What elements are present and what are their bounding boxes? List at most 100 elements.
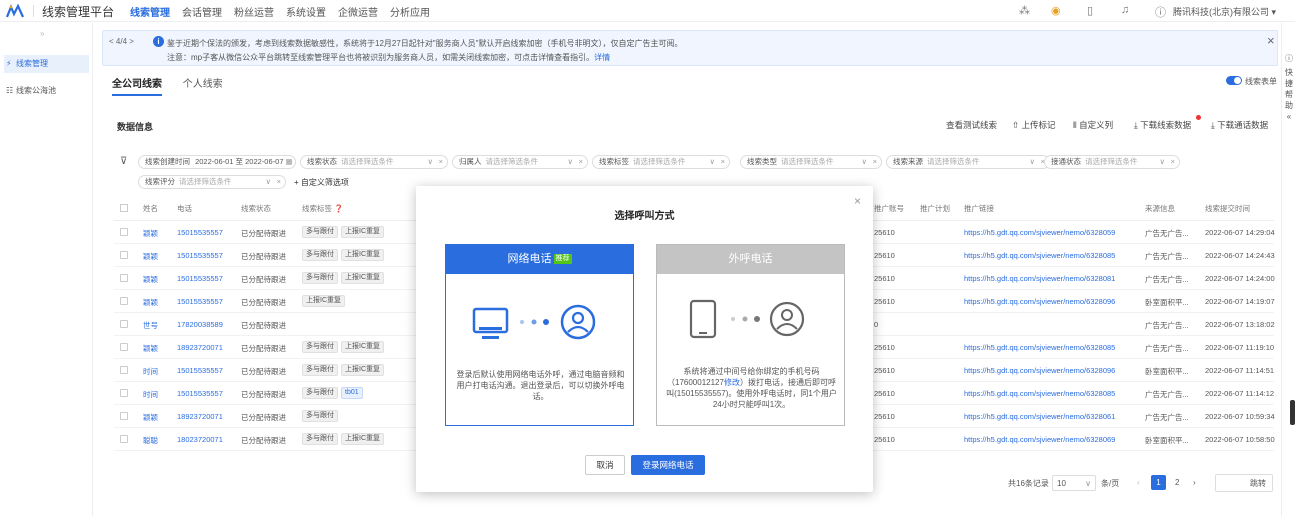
nav-item-analysis[interactable]: 分析应用 bbox=[390, 4, 430, 19]
lead-name-link[interactable]: 聪聪 bbox=[143, 435, 158, 446]
lead-link[interactable]: https://h5.gdt.qq.com/sjviewer/nemo/6328… bbox=[964, 366, 1115, 375]
custom-column-button[interactable]: ⦀ 自定义列 bbox=[1073, 119, 1113, 131]
select-all-checkbox[interactable] bbox=[120, 204, 128, 212]
lead-name-link[interactable]: 颖颖 bbox=[143, 343, 158, 354]
logo-icon bbox=[6, 4, 24, 18]
filter-create-time[interactable]: 线索创建时间 2022-06-01 至 2022-06-07 ▦ bbox=[138, 155, 296, 169]
lead-tags: 多与跟付 上报IC重复 bbox=[302, 249, 387, 261]
row-checkbox[interactable] bbox=[120, 228, 128, 236]
lead-phone-link[interactable]: 15015535557 bbox=[177, 297, 223, 306]
lead-phone-link[interactable]: 18023720071 bbox=[177, 435, 223, 444]
company-selector[interactable]: 腾讯科技(北京)有限公司 ▾ bbox=[1173, 5, 1276, 18]
close-icon[interactable]: × bbox=[854, 194, 861, 208]
lead-name-link[interactable]: 时间 bbox=[143, 366, 158, 377]
row-checkbox[interactable] bbox=[120, 320, 128, 328]
lead-account: 25610 bbox=[874, 297, 895, 306]
lead-name-link[interactable]: 颖颖 bbox=[143, 412, 158, 423]
lead-phone-link[interactable]: 18923720071 bbox=[177, 343, 223, 352]
collapse-icon[interactable]: » bbox=[40, 29, 44, 38]
row-checkbox[interactable] bbox=[120, 274, 128, 282]
filter-lead-tag[interactable]: 线索标签 请选择筛选条件 ∨ × bbox=[592, 155, 730, 169]
lead-tag: 上报IC重复 bbox=[341, 433, 384, 445]
download-leads-button[interactable]: ⤓ 下载线索数据 bbox=[1134, 119, 1191, 131]
page-1-button[interactable]: 1 bbox=[1151, 475, 1166, 490]
row-checkbox[interactable] bbox=[120, 435, 128, 443]
badge-icon[interactable]: ◉ bbox=[1051, 4, 1061, 17]
network-call-desc: 登录后默认使用网络电话外呼，通过电脑音频和用户打电话沟通。退出登录后，可以切换外… bbox=[456, 370, 625, 401]
prev-page-button[interactable]: ‹ bbox=[1137, 478, 1140, 487]
lead-phone-link[interactable]: 15015535557 bbox=[177, 389, 223, 398]
row-checkbox[interactable] bbox=[120, 366, 128, 374]
jump-button[interactable]: 跳转 bbox=[1250, 478, 1266, 489]
lead-name-link[interactable]: 时间 bbox=[143, 389, 158, 400]
row-checkbox[interactable] bbox=[120, 251, 128, 259]
lead-link[interactable]: https://h5.gdt.qq.com/sjviewer/nemo/6328… bbox=[964, 435, 1115, 444]
document-icon[interactable]: ▯ bbox=[1087, 4, 1093, 17]
row-checkbox[interactable] bbox=[120, 297, 128, 305]
form-toggle[interactable] bbox=[1226, 76, 1242, 85]
page-2-button[interactable]: 2 bbox=[1175, 478, 1179, 487]
lead-status: 已分配待跟进 bbox=[241, 344, 286, 353]
lead-tags: 多与跟付 上报IC重复 bbox=[302, 341, 387, 353]
lead-name-link[interactable]: 颖颖 bbox=[143, 251, 158, 262]
add-filter-button[interactable]: + 自定义筛选项 bbox=[294, 177, 349, 188]
lead-name-link[interactable]: 世号 bbox=[143, 320, 158, 331]
filter-lead-status[interactable]: 线索状态 请选择筛选条件 ∨ × bbox=[300, 155, 448, 169]
download-call-button[interactable]: ⤓ 下载通话数据 bbox=[1211, 119, 1268, 131]
grid-icon[interactable]: ⁂ bbox=[1019, 4, 1030, 17]
lead-source: 广告无广告... bbox=[1145, 344, 1189, 353]
lead-link[interactable]: https://h5.gdt.qq.com/sjviewer/nemo/6328… bbox=[964, 297, 1115, 306]
page-size-select[interactable]: 10 ∨ bbox=[1052, 475, 1096, 491]
lead-tag: 上报IC重复 bbox=[302, 295, 345, 307]
outbound-call-card[interactable]: 外呼电话 系统将通过中间号给你绑定的手机号码（17600012127修改）拨打电… bbox=[656, 244, 845, 426]
quick-help-label: 快捷帮助 bbox=[1285, 68, 1293, 110]
row-checkbox[interactable] bbox=[120, 389, 128, 397]
notice-pager[interactable]: < 4/4 > bbox=[109, 37, 134, 46]
row-checkbox[interactable] bbox=[120, 343, 128, 351]
next-page-button[interactable]: › bbox=[1193, 478, 1196, 487]
lead-phone-link[interactable]: 15015535557 bbox=[177, 274, 223, 283]
tab-company-leads[interactable]: 全公司线索 bbox=[112, 75, 162, 96]
lead-phone-link[interactable]: 15015535557 bbox=[177, 366, 223, 375]
notice-detail-link[interactable]: 详情 bbox=[594, 53, 610, 62]
filter-owner[interactable]: 归属人 请选择筛选条件 ∨ × bbox=[452, 155, 588, 169]
sidebar-item-lead[interactable]: ⚡ 线索管理 bbox=[4, 55, 89, 73]
sidebar-item-pool[interactable]: ☷ 线索公海池 bbox=[4, 82, 89, 100]
lead-name-link[interactable]: 颖颖 bbox=[143, 297, 158, 308]
network-call-card[interactable]: 网络电话 推荐 登录后默认使用网络电话外呼，通过电脑音频和用户打电话沟通。退出登录… bbox=[445, 244, 634, 426]
nav-item-fans[interactable]: 粉丝运营 bbox=[234, 4, 274, 19]
nav-item-wecom[interactable]: 企微运营 bbox=[338, 4, 378, 19]
filter-lead-type[interactable]: 线索类型 请选择筛选条件 ∨ × bbox=[740, 155, 882, 169]
upload-mark-button[interactable]: ⇧ 上传标记 bbox=[1012, 119, 1056, 131]
nav-item-settings[interactable]: 系统设置 bbox=[286, 4, 326, 19]
quick-help-strip[interactable]: ⓘ 快捷帮助 « bbox=[1281, 23, 1295, 516]
lead-name-link[interactable]: 颖颖 bbox=[143, 274, 158, 285]
view-test-leads-button[interactable]: 查看测试线索 bbox=[946, 119, 997, 131]
tab-personal-leads[interactable]: 个人线索 bbox=[183, 75, 223, 94]
lead-link[interactable]: https://h5.gdt.qq.com/sjviewer/nemo/6328… bbox=[964, 251, 1115, 260]
lead-phone-link[interactable]: 17820038589 bbox=[177, 320, 223, 329]
close-icon[interactable]: × bbox=[1267, 33, 1275, 48]
lead-link[interactable]: https://h5.gdt.qq.com/sjviewer/nemo/6328… bbox=[964, 228, 1115, 237]
row-checkbox[interactable] bbox=[120, 412, 128, 420]
filter-lead-source[interactable]: 线索来源 请选择筛选条件 ∨ × bbox=[886, 155, 1050, 169]
lead-link[interactable]: https://h5.gdt.qq.com/sjviewer/nemo/6328… bbox=[964, 389, 1115, 398]
nav-item-lead[interactable]: 线索管理 bbox=[130, 4, 170, 19]
lead-phone-link[interactable]: 18923720071 bbox=[177, 412, 223, 421]
login-network-call-button[interactable]: 登录网络电话 bbox=[631, 455, 705, 475]
modify-phone-link[interactable]: 修改 bbox=[724, 378, 740, 387]
lead-name-link[interactable]: 颖颖 bbox=[143, 228, 158, 239]
cancel-button[interactable]: 取消 bbox=[585, 455, 625, 475]
lead-phone-link[interactable]: 15015535557 bbox=[177, 251, 223, 260]
filter-connect-status[interactable]: 接通状态 请选择筛选条件 ∨ × bbox=[1044, 155, 1180, 169]
collapse-left-icon[interactable]: « bbox=[1284, 111, 1294, 122]
nav-item-session[interactable]: 会话管理 bbox=[182, 4, 222, 19]
lead-phone-link[interactable]: 15015535557 bbox=[177, 228, 223, 237]
lead-link[interactable]: https://h5.gdt.qq.com/sjviewer/nemo/6328… bbox=[964, 343, 1115, 352]
lead-link[interactable]: https://h5.gdt.qq.com/sjviewer/nemo/6328… bbox=[964, 274, 1115, 283]
scroll-handle[interactable] bbox=[1290, 400, 1295, 425]
lead-link[interactable]: https://h5.gdt.qq.com/sjviewer/nemo/6328… bbox=[964, 412, 1115, 421]
filter-lead-score[interactable]: 线索评分 请选择筛选条件 ∨ × bbox=[138, 175, 286, 189]
bell-icon[interactable]: ♫ bbox=[1121, 4, 1129, 16]
help-icon[interactable]: ⓘ bbox=[1155, 4, 1166, 20]
